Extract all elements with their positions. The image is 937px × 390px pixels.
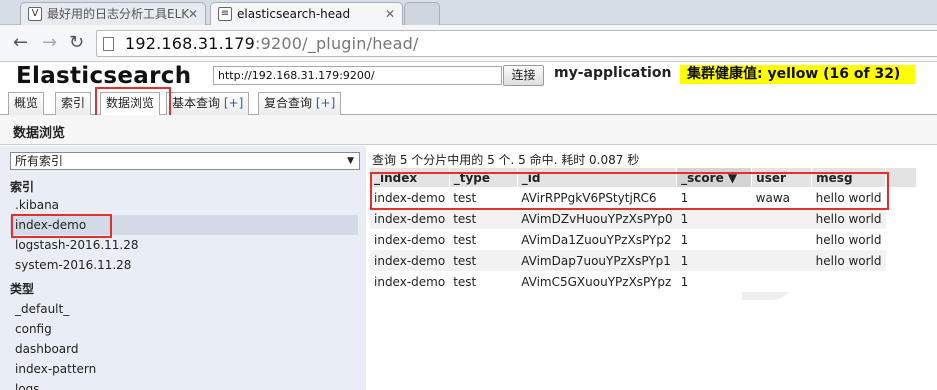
tab-label: 复合查询 — [264, 96, 313, 110]
tab-complex-query[interactable]: 复合查询 [+] — [258, 92, 342, 115]
table-cell: hello world — [811, 229, 886, 250]
table-cell: index-demo — [370, 208, 450, 229]
table-cell: index-demo — [370, 187, 450, 208]
chevron-down-icon: ▼ — [347, 156, 354, 166]
tab-data-browser[interactable]: 数据浏览 — [100, 92, 161, 116]
back-arrow-icon[interactable]: ← — [13, 33, 28, 53]
column-header-sorted[interactable]: _score ▼ — [676, 168, 753, 187]
table-cell: AVimDa1ZuouYPzXsPYp2 — [517, 229, 677, 250]
browser-tab-elk-article[interactable]: V 最好用的日志分析工具ELK ✕ — [20, 2, 206, 25]
page-title: 数据浏览 — [13, 126, 66, 141]
table-cell: hello world — [811, 187, 886, 208]
column-header-spacer — [885, 168, 918, 187]
table-cell: AVirRPPgkV6PStytjRC6 — [517, 187, 677, 208]
table-row[interactable]: index-demo test AVimDap7uouYPzXsPYp1 1 h… — [370, 250, 917, 271]
table-cell — [811, 271, 886, 292]
table-cell: index-demo — [370, 250, 450, 271]
add-tab-link[interactable]: [+] — [224, 96, 243, 110]
browser-tab-title: 最好用的日志分析工具ELK — [47, 7, 190, 21]
table-cell: AVimDZvHuouYPzXsPYp0 — [517, 208, 677, 229]
tab-indices[interactable]: 索引 — [55, 92, 92, 115]
sidebar-item-logstash[interactable]: logstash-2016.11.28 — [10, 235, 358, 255]
browser-tab-title: elasticsearch-head — [237, 7, 351, 21]
browser-toolbar: ← → ↻ 192.168.31.179:9200/_plugin/head/ — [0, 25, 937, 62]
url-path: :9200/_plugin/head/ — [255, 34, 419, 53]
table-cell: index-demo — [370, 229, 450, 250]
table-cell: 1 — [676, 208, 752, 229]
table-header-row: _index _type _id _score ▼ user mesg — [370, 168, 918, 187]
table-cell: test — [449, 250, 518, 271]
table-cell: hello world — [811, 250, 886, 271]
sidebar-item-dashboard[interactable]: dashboard — [10, 339, 358, 359]
column-header[interactable]: _type — [449, 168, 518, 187]
sidebar-item-index-pattern[interactable]: index-pattern — [10, 359, 358, 379]
v-logo-icon: V — [28, 7, 42, 21]
table-cell: test — [449, 271, 518, 292]
sidebar: 所有索引 ▼ 索引 .kibana index-demo logstash-20… — [0, 146, 366, 390]
table-row[interactable]: index-demo test AVimDa1ZuouYPzXsPYp2 1 h… — [370, 229, 917, 250]
connect-url-input[interactable] — [213, 66, 502, 85]
table-row[interactable]: index-demo test AVimC5GXuouYPzXsPYpz 1 — [370, 271, 917, 292]
table-cell: 1 — [676, 229, 752, 250]
page-icon — [103, 37, 114, 51]
app-title: Elasticsearch — [16, 63, 192, 89]
address-bar[interactable]: 192.168.31.179:9200/_plugin/head/ — [96, 30, 937, 57]
browser-tab-elasticsearch-head[interactable]: ≡ elasticsearch-head ✕ — [210, 2, 403, 26]
forward-arrow-icon[interactable]: → — [42, 33, 57, 53]
document-icon: ≡ — [218, 7, 232, 21]
sidebar-item-config[interactable]: config — [10, 319, 358, 339]
table-cell — [751, 208, 812, 229]
page-header: 数据浏览 — [0, 115, 937, 145]
sidebar-item-index-demo[interactable]: index-demo — [10, 215, 358, 235]
tab-label: 基本查询 — [172, 96, 221, 110]
table-cell: AVimC5GXuouYPzXsPYpz — [517, 271, 677, 292]
column-header[interactable]: user — [751, 168, 813, 187]
table-cell: 1 — [676, 187, 752, 208]
url-host: 192.168.31.179 — [125, 34, 256, 53]
reload-icon[interactable]: ↻ — [69, 33, 84, 53]
table-row[interactable]: index-demo test AVirRPPgkV6PStytjRC6 1 w… — [370, 187, 917, 208]
table-cell: index-demo — [370, 271, 450, 292]
cluster-name: my-application — [554, 65, 672, 81]
table-cell — [751, 271, 812, 292]
table-cell: hello world — [811, 208, 886, 229]
table-cell: test — [449, 229, 518, 250]
sidebar-item-system[interactable]: system-2016.11.28 — [10, 255, 358, 275]
tab-basic-query[interactable]: 基本查询 [+] — [166, 92, 250, 115]
add-tab-link[interactable]: [+] — [316, 96, 335, 110]
tab-overview[interactable]: 概览 — [8, 92, 45, 115]
column-header[interactable]: mesg — [811, 168, 887, 187]
new-tab-button[interactable] — [404, 2, 440, 25]
table-cell — [751, 250, 812, 271]
table-cell: test — [449, 187, 518, 208]
table-cell: AVimDap7uouYPzXsPYp1 — [517, 250, 677, 271]
url-text: 192.168.31.179:9200/_plugin/head/ — [125, 34, 419, 53]
browser-tab-strip: V 最好用的日志分析工具ELK ✕ ≡ elasticsearch-head ✕ — [0, 0, 937, 26]
close-icon[interactable]: ✕ — [188, 3, 198, 25]
index-select-value: 所有索引 — [15, 154, 64, 168]
table-cell: wawa — [751, 187, 812, 208]
table-row[interactable]: index-demo test AVimDZvHuouYPzXsPYp0 1 h… — [370, 208, 917, 229]
query-summary: 查询 5 个分片中用的 5 个. 5 命中. 耗时 0.087 秒 — [372, 153, 640, 167]
index-select[interactable]: 所有索引 ▼ — [10, 152, 360, 170]
table-cell: test — [449, 208, 518, 229]
connect-button[interactable]: 连接 — [503, 65, 544, 86]
sidebar-section-indices: 索引 — [10, 180, 35, 194]
sidebar-item-default[interactable]: _default_ — [10, 299, 358, 319]
table-cell — [751, 229, 812, 250]
app-tab-bar: 概览 索引 数据浏览 基本查询 [+] 复合查询 [+] — [0, 91, 937, 116]
sidebar-item-kibana[interactable]: .kibana — [10, 195, 358, 215]
close-icon[interactable]: ✕ — [385, 3, 395, 25]
sidebar-section-types: 类型 — [10, 282, 35, 296]
cluster-health-badge: 集群健康值: yellow (16 of 32) — [680, 65, 915, 84]
table-cell: 1 — [676, 250, 752, 271]
sidebar-item-logs[interactable]: logs — [10, 379, 358, 390]
table-cell: 1 — [676, 271, 752, 292]
column-header[interactable]: _id — [517, 168, 678, 187]
column-header[interactable]: _index — [370, 168, 450, 187]
results-table: _index _type _id _score ▼ user mesg inde… — [370, 168, 918, 292]
